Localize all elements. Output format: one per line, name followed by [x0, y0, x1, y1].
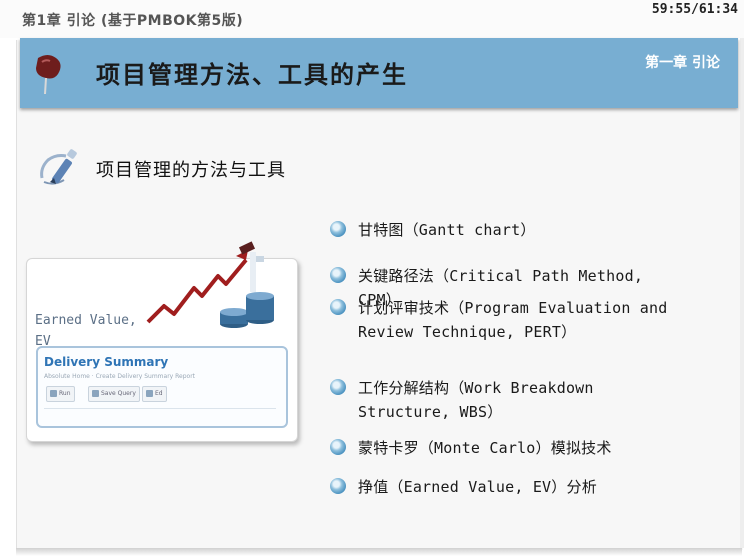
- bullet-text: 工作分解结构（Work Breakdown Structure, WBS）: [358, 379, 594, 421]
- run-button: Run: [46, 386, 75, 402]
- slide-shadow: [16, 548, 742, 556]
- divider: [44, 408, 276, 409]
- document-title-bar: 第1章 引论 (基于PMBOK第5版) 59:55/61:34: [0, 0, 744, 38]
- document-title: 第1章 引论 (基于PMBOK第5版): [22, 13, 244, 29]
- bullet-text: 蒙特卡罗（Monte Carlo）模拟技术: [358, 439, 612, 457]
- slide-title-banner: 项目管理方法、工具的产生 第一章 引论: [20, 38, 738, 108]
- bullet-text: 挣值（Earned Value, EV）分析: [358, 478, 597, 496]
- edit-button: Ed: [142, 386, 167, 402]
- delivery-summary-breadcrumb: Absolute Home · Create Delivery Summary …: [44, 373, 196, 380]
- bullet-dot-icon: [330, 267, 346, 283]
- bullet-dot-icon: [330, 439, 346, 455]
- bullet-dot-icon: [330, 221, 346, 237]
- bullet-dot-icon: [330, 478, 346, 494]
- delivery-summary-toolbar: Run Save Query Ed: [46, 386, 276, 402]
- pushpin-icon: [36, 55, 61, 95]
- bullet-dot-icon: [330, 379, 346, 395]
- delivery-summary-panel: Delivery Summary Absolute Home · Create …: [36, 346, 288, 428]
- bullet-dot-icon: [330, 299, 346, 315]
- slide-title: 项目管理方法、工具的产生: [96, 61, 408, 89]
- save-query-button: Save Query: [88, 386, 140, 402]
- delivery-summary-title: Delivery Summary: [44, 355, 169, 369]
- bullet-text: 甘特图（Gantt chart）: [358, 221, 536, 239]
- pencil-check-icon: [40, 149, 77, 185]
- section-title: 项目管理的方法与工具: [96, 160, 286, 181]
- coin-stack-icon: [220, 292, 274, 328]
- scrollbar[interactable]: [740, 38, 744, 548]
- bullet-text: 计划评审技术（Program Evaluation and Review Tec…: [358, 299, 668, 341]
- chapter-label: 第一章 引论: [645, 55, 720, 71]
- playback-timer: 59:55/61:34: [651, 2, 738, 17]
